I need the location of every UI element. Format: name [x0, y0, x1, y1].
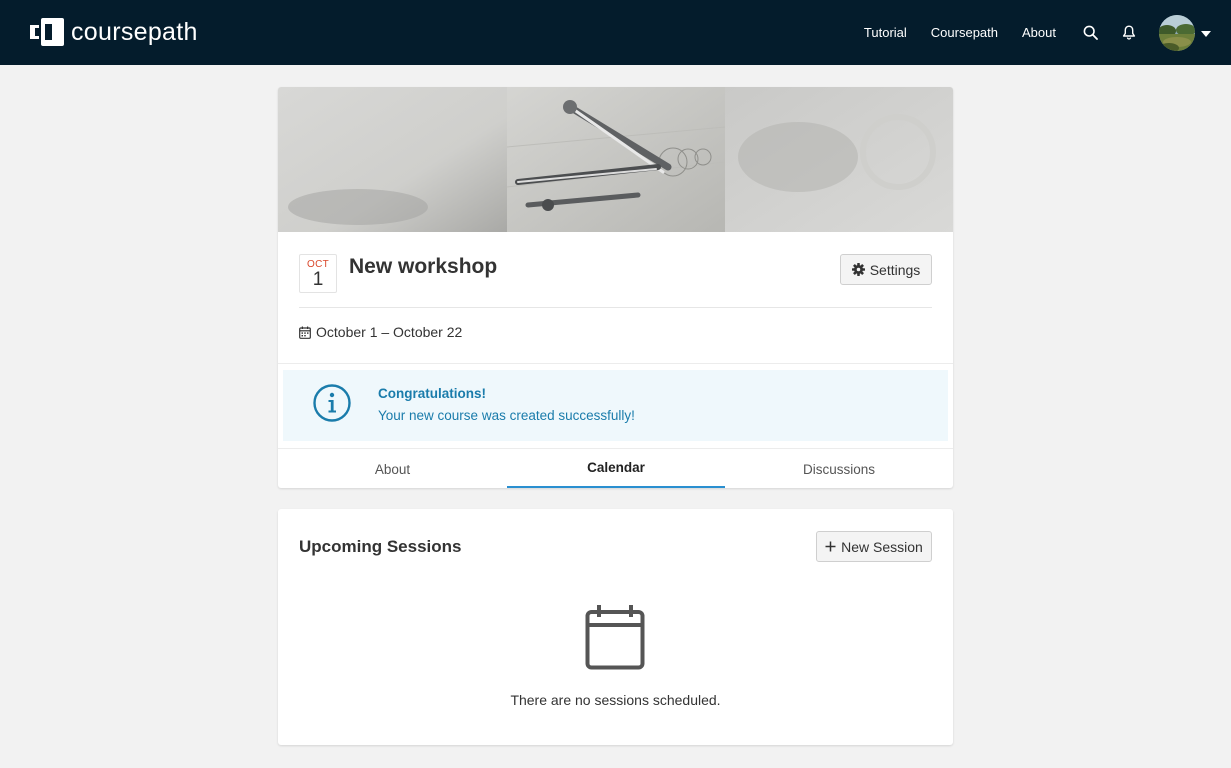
calendar-icon — [299, 326, 311, 339]
success-alert: Congratulations! Your new course was cre… — [283, 370, 948, 441]
tab-discussions[interactable]: Discussions — [725, 449, 953, 488]
new-session-button[interactable]: New Session — [816, 531, 932, 562]
course-card: OCT 1 New workshop Settings October 1 – … — [278, 87, 953, 488]
plus-icon — [825, 541, 836, 552]
tab-calendar[interactable]: Calendar — [507, 449, 725, 488]
logo-mark-icon — [30, 18, 64, 46]
tab-about[interactable]: About — [278, 449, 507, 488]
alert-message: Your new course was created successfully… — [378, 408, 635, 423]
course-date-range-text: October 1 – October 22 — [316, 324, 463, 340]
divider — [278, 363, 953, 364]
course-banner-image — [278, 87, 953, 232]
top-nav: Tutorial Coursepath About — [864, 0, 1231, 65]
course-title: New workshop — [349, 255, 498, 278]
coursepath-logo[interactable]: coursepath — [30, 17, 198, 47]
logo-text: coursepath — [71, 17, 198, 46]
course-date-range: October 1 – October 22 — [299, 324, 462, 340]
course-tabs: About Calendar Discussions — [278, 448, 953, 488]
info-icon — [313, 384, 351, 427]
gear-icon — [851, 263, 865, 276]
search-icon[interactable] — [1080, 23, 1100, 43]
nav-link-tutorial[interactable]: Tutorial — [864, 25, 907, 40]
bell-icon[interactable] — [1119, 23, 1139, 43]
date-badge: OCT 1 — [299, 254, 337, 293]
settings-button[interactable]: Settings — [840, 254, 932, 285]
upcoming-sessions-card: Upcoming Sessions New Session There are … — [278, 509, 953, 745]
date-badge-day: 1 — [312, 269, 324, 290]
empty-sessions-message: There are no sessions scheduled. — [510, 692, 721, 708]
new-session-button-label: New Session — [841, 538, 923, 555]
settings-button-label: Settings — [869, 261, 921, 278]
divider — [299, 307, 932, 308]
nav-link-about[interactable]: About — [1022, 25, 1056, 40]
chevron-down-icon[interactable] — [1201, 24, 1211, 42]
nav-link-coursepath[interactable]: Coursepath — [931, 25, 998, 40]
sessions-title: Upcoming Sessions — [299, 537, 462, 556]
empty-calendar-icon — [585, 604, 645, 675]
avatar — [1159, 14, 1195, 51]
user-menu[interactable] — [1159, 14, 1211, 51]
alert-title: Congratulations! — [378, 386, 486, 401]
top-navigation-bar: coursepath Tutorial Coursepath About — [0, 0, 1231, 65]
